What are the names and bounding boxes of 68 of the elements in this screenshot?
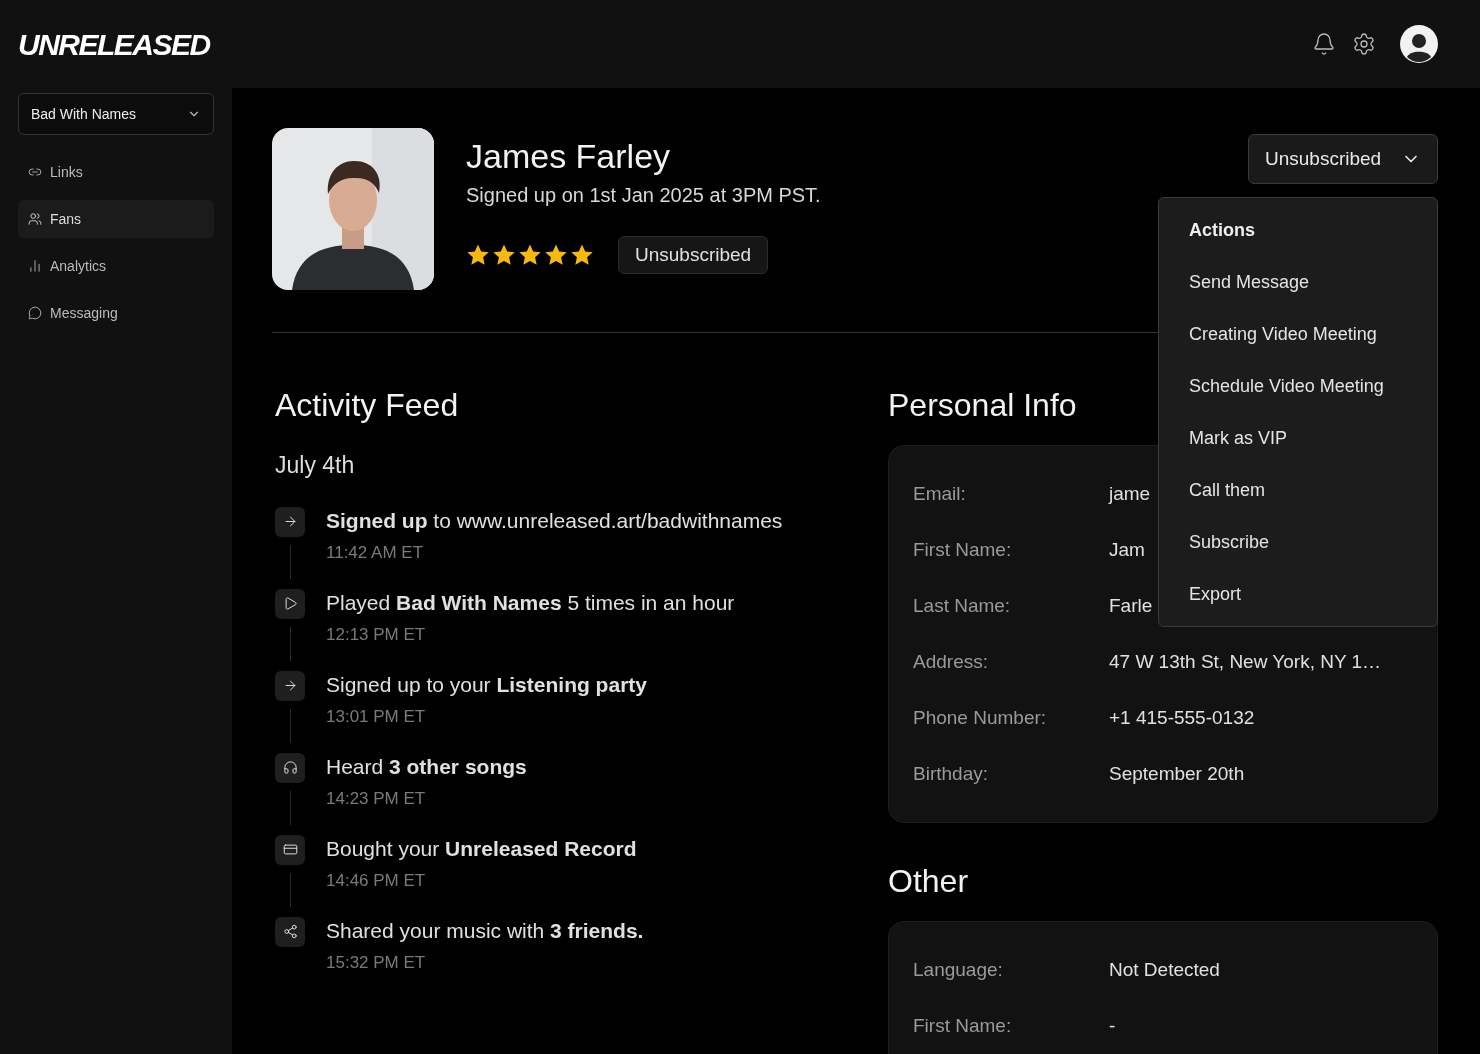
- bar-chart-icon: [28, 259, 42, 273]
- menu-item[interactable]: Call them: [1159, 464, 1437, 516]
- menu-item[interactable]: Creating Video Meeting: [1159, 308, 1437, 360]
- star-icon: [466, 243, 490, 267]
- menu-item[interactable]: Send Message: [1159, 256, 1437, 308]
- menu-item[interactable]: Export: [1159, 568, 1437, 620]
- brand-logo[interactable]: UNRELEASED: [18, 21, 210, 67]
- avatar-icon[interactable]: [1400, 25, 1438, 63]
- field-label: Last Name:: [913, 593, 1012, 618]
- activity-time: 11:42 AM ET: [326, 542, 424, 564]
- activity-text: Shared your music with 3 friends.: [326, 917, 644, 944]
- field-label: Phone Number:: [913, 705, 1048, 730]
- sidebar-item[interactable]: Fans: [18, 200, 214, 238]
- section-title: Activity Feed: [275, 386, 460, 425]
- play-icon: [275, 588, 305, 619]
- arrow-right-icon: [275, 506, 305, 537]
- field-value: Farle: [1109, 593, 1153, 618]
- field-value: +1 415-555-0132: [1109, 705, 1255, 730]
- sidebar-item[interactable]: Messaging: [18, 294, 214, 332]
- activity-time: 13:01 PM ET: [326, 706, 427, 728]
- activity-text: Played Bad With Names 5 times in an hour: [326, 589, 735, 616]
- field-label: Birthday:: [913, 761, 989, 786]
- menu-item[interactable]: Mark as VIP: [1159, 412, 1437, 464]
- field-value: September 20th: [1109, 761, 1245, 786]
- field-value: jame: [1109, 481, 1151, 506]
- field-label: First Name:: [913, 1013, 1013, 1038]
- star-icon: [544, 243, 568, 267]
- star-icon: [518, 243, 542, 267]
- star-icon: [492, 243, 516, 267]
- field-value: Not Detected: [1109, 957, 1220, 982]
- activity-text: Signed up to your Listening party: [326, 671, 647, 698]
- feed-date: July 4th: [275, 451, 356, 480]
- activity-time: 14:23 PM ET: [326, 788, 427, 810]
- artist-select[interactable]: Bad With Names: [18, 93, 214, 135]
- menu-item[interactable]: Subscribe: [1159, 516, 1437, 568]
- share-icon: [275, 916, 305, 947]
- field-label: Language:: [913, 957, 1004, 982]
- star-icon: [570, 243, 594, 267]
- link-icon: [28, 165, 42, 179]
- field-label: First Name:: [913, 537, 1013, 562]
- activity-text: Signed up to www.unreleased.art/badwithnames: [326, 507, 783, 534]
- field-value: Jam: [1109, 537, 1145, 562]
- headphones-icon: [275, 752, 305, 783]
- field-label: Email:: [913, 481, 967, 506]
- settings-icon[interactable]: [1352, 32, 1376, 56]
- status-dropdown[interactable]: Unsubscribed: [1248, 134, 1438, 184]
- signup-text: Signed up on 1st Jan 2025 at 3PM PST.: [466, 183, 821, 208]
- field-label: Address:: [913, 649, 989, 674]
- sidebar-item[interactable]: Links: [18, 153, 214, 191]
- field-value: -: [1109, 1013, 1116, 1038]
- fan-name: James Farley: [466, 136, 672, 177]
- menu-item[interactable]: Schedule Video Meeting: [1159, 360, 1437, 412]
- section-title: Other: [888, 862, 969, 901]
- activity-time: 12:13 PM ET: [326, 624, 427, 646]
- section-title: Personal Info: [888, 386, 1077, 425]
- activity-time: 14:46 PM ET: [326, 870, 427, 892]
- card-icon: [275, 834, 305, 865]
- arrow-right-icon: [275, 670, 305, 701]
- users-icon: [28, 212, 42, 226]
- notification-bell-icon[interactable]: [1312, 32, 1336, 56]
- chat-bubble-icon: [28, 306, 42, 320]
- menu-header: Actions: [1188, 218, 1256, 242]
- sidebar-item[interactable]: Analytics: [18, 247, 214, 285]
- activity-text: Bought your Unreleased Record: [326, 835, 637, 862]
- activity-text: Heard 3 other songs: [326, 753, 527, 780]
- status-badge: Unsubscribed: [618, 236, 769, 274]
- activity-time: 15:32 PM ET: [326, 952, 427, 974]
- field-value: 47 W 13th St, New York, NY 1…: [1109, 649, 1382, 674]
